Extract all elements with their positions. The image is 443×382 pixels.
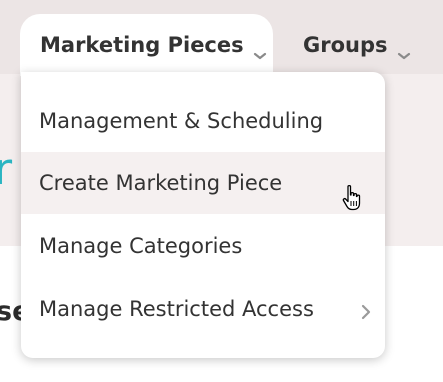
tab-groups-label: Groups — [303, 33, 388, 57]
menu-item-label: Manage Restricted Access — [39, 297, 314, 321]
chevron-down-icon — [253, 42, 267, 60]
chevron-down-icon — [397, 42, 411, 60]
menu-item-label: Management & Scheduling — [39, 109, 324, 133]
menu-item-manage-categories[interactable]: Manage Categories — [21, 215, 385, 277]
menu-item-create-marketing-piece[interactable]: Create Marketing Piece — [21, 152, 385, 214]
tab-groups[interactable]: Groups — [303, 14, 411, 76]
menu-item-manage-restricted-access[interactable]: Manage Restricted Access — [21, 278, 385, 340]
chevron-right-icon — [361, 301, 371, 320]
tab-marketing-pieces-label: Marketing Pieces — [40, 33, 244, 57]
tab-marketing-pieces[interactable]: Marketing Pieces — [20, 14, 273, 76]
menu-item-label: Manage Categories — [39, 234, 243, 258]
banner-title-fragment: r — [0, 144, 13, 195]
marketing-pieces-dropdown-menu: Management & Scheduling Create Marketing… — [21, 72, 385, 358]
menu-item-label: Create Marketing Piece — [39, 171, 283, 195]
page: r se Marketing Pieces Groups Management … — [0, 0, 443, 382]
menu-item-management-scheduling[interactable]: Management & Scheduling — [21, 90, 385, 152]
